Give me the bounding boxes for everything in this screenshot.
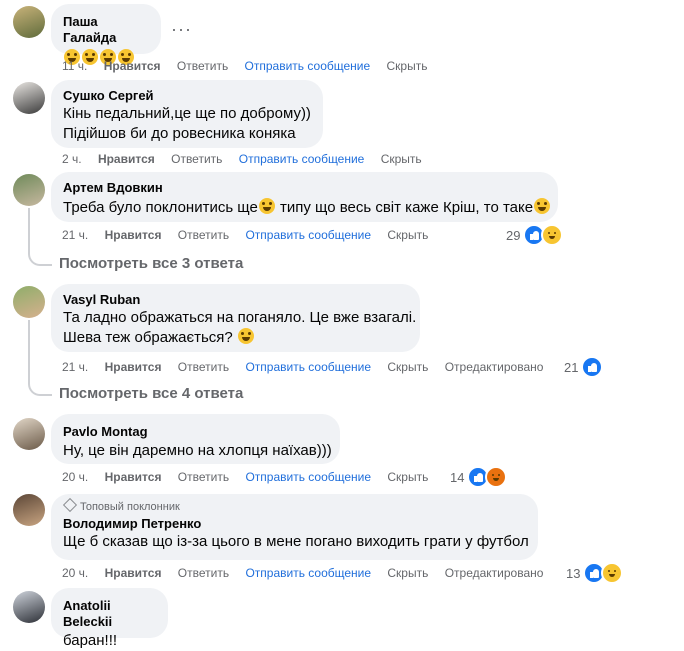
reply-button[interactable]: Ответить — [178, 228, 229, 242]
reply-button[interactable]: Ответить — [177, 59, 228, 73]
send-message-button[interactable]: Отправить сообщение — [245, 566, 371, 580]
send-message-button[interactable]: Отправить сообщение — [245, 470, 371, 484]
like-button[interactable]: Нравится — [104, 59, 161, 73]
thread-connector — [28, 380, 52, 396]
reaction-summary[interactable]: 21 — [564, 356, 604, 378]
reaction-summary[interactable]: 13 — [566, 562, 624, 584]
comment-actions: 21 ч. Нравится Ответить Отправить сообще… — [62, 359, 556, 375]
comment-bubble: Артем Вдовкин Треба було поклонитись ще … — [51, 172, 558, 222]
laughing-emoji-icon — [534, 198, 551, 214]
comment-bubble: Топовый поклонник Володимир Петренко Ще … — [51, 494, 538, 560]
angry-reaction-icon — [485, 466, 508, 488]
edited-label: Отредактировано — [444, 360, 544, 374]
comment-bubble: Сушко Сергей Кінь педальний,це ще по доб… — [51, 80, 323, 148]
send-message-button[interactable]: Отправить сообщение — [245, 59, 371, 73]
reaction-summary[interactable]: 29 — [506, 224, 564, 246]
reaction-count: 21 — [564, 359, 579, 375]
like-button[interactable]: Нравится — [105, 470, 162, 484]
like-button[interactable]: Нравится — [98, 152, 155, 166]
comment-bubble: Vasyl Ruban Та ладно ображаться на поган… — [51, 284, 420, 352]
comment-actions: 21 ч. Нравится Ответить Отправить сообще… — [62, 227, 441, 243]
hide-button[interactable]: Скрыть — [387, 566, 428, 580]
avatar[interactable] — [13, 174, 45, 206]
comment-time[interactable]: 21 ч. — [62, 360, 88, 374]
comment-actions: 20 ч. Нравится Ответить Отправить сообще… — [62, 565, 556, 581]
comment-author[interactable]: Anatolii Beleckii — [63, 598, 156, 630]
comment-text-part: Шева теж ображається? — [63, 329, 233, 346]
haha-reaction-icon — [601, 562, 624, 584]
comment-author[interactable]: Vasyl Ruban — [63, 292, 408, 308]
hide-button[interactable]: Скрыть — [387, 59, 428, 73]
comment-text-part: Треба було поклонитись ще — [63, 199, 258, 216]
comment-bubble: Anatolii Beleckii баран!!! — [51, 588, 168, 649]
comment-author[interactable]: Паша Галайда — [63, 14, 149, 46]
like-button[interactable]: Нравится — [105, 228, 162, 242]
comment-actions: 11 ч. Нравится Ответить Отправить сообще… — [62, 58, 440, 74]
comment-author[interactable]: Володимир Петренко — [63, 516, 526, 532]
badge-label: Топовый поклонник — [80, 501, 180, 513]
send-message-button[interactable]: Отправить сообщение — [245, 228, 371, 242]
thread-line — [28, 208, 30, 252]
reaction-count: 14 — [450, 469, 465, 485]
comment-author[interactable]: Артем Вдовкин — [63, 180, 546, 196]
avatar[interactable] — [13, 494, 45, 526]
avatar[interactable] — [13, 286, 45, 318]
hide-button[interactable]: Скрыть — [387, 470, 428, 484]
comment-text-line: Підійшов би до ровесника коняка — [63, 125, 296, 142]
reaction-count: 13 — [566, 565, 581, 581]
avatar[interactable] — [13, 6, 45, 38]
more-horizontal-icon[interactable]: ··· — [171, 20, 192, 38]
send-message-button[interactable]: Отправить сообщение — [245, 360, 371, 374]
comment-author[interactable]: Сушко Сергей — [63, 88, 311, 104]
comment-text-line: баран!!! — [63, 632, 118, 649]
smiling-emoji-icon — [237, 328, 254, 344]
comment-text: Треба було поклонитись ще типу що весь с… — [63, 198, 551, 218]
comment-bubble: Паша Галайда — [51, 4, 161, 65]
top-fan-badge: Топовый поклонник — [62, 497, 526, 514]
like-reaction-icon — [581, 356, 604, 378]
avatar[interactable] — [13, 82, 45, 114]
comment-time[interactable]: 11 ч. — [62, 59, 87, 73]
comment-time[interactable]: 20 ч. — [62, 566, 88, 580]
comment-text-line: Шева теж ображається? — [63, 328, 408, 348]
comment-text-line: Та ладно ображаться на поганяло. Це вже … — [63, 309, 417, 326]
comment-text-line: Ще б сказав що із-за цього в мене погано… — [63, 533, 529, 550]
thread-line — [28, 320, 30, 382]
edited-label: Отредактировано — [444, 566, 544, 580]
comment-time[interactable]: 20 ч. — [62, 470, 88, 484]
reaction-summary[interactable]: 14 — [450, 466, 508, 488]
like-button[interactable]: Нравится — [105, 360, 162, 374]
send-message-button[interactable]: Отправить сообщение — [239, 152, 365, 166]
diamond-icon — [62, 497, 78, 513]
reaction-count: 29 — [506, 227, 521, 243]
view-replies-link[interactable]: Посмотреть все 3 ответа — [59, 254, 243, 274]
comment-time[interactable]: 2 ч. — [62, 152, 82, 166]
comment-bubble: Pavlo Montag Ну, це він даремно на хлопц… — [51, 414, 340, 464]
reply-button[interactable]: Ответить — [178, 360, 229, 374]
smiling-emoji-icon — [258, 198, 275, 214]
comment-time[interactable]: 21 ч. — [62, 228, 88, 242]
hide-button[interactable]: Скрыть — [387, 228, 428, 242]
hide-button[interactable]: Скрыть — [387, 360, 428, 374]
comment-author[interactable]: Pavlo Montag — [63, 424, 328, 440]
comment-actions: 2 ч. Нравится Ответить Отправить сообщен… — [62, 151, 435, 167]
view-replies-link[interactable]: Посмотреть все 4 ответа — [59, 384, 243, 404]
comment-text-part: типу що весь світ каже Кріш, то таке — [275, 199, 534, 216]
comment-text-line: Кінь педальний,це ще по доброму)) — [63, 105, 311, 122]
like-button[interactable]: Нравится — [105, 566, 162, 580]
reply-button[interactable]: Ответить — [171, 152, 222, 166]
hide-button[interactable]: Скрыть — [381, 152, 422, 166]
comment-actions: 20 ч. Нравится Ответить Отправить сообще… — [62, 469, 441, 485]
reply-button[interactable]: Ответить — [178, 470, 229, 484]
thread-connector — [28, 250, 52, 266]
reply-button[interactable]: Ответить — [178, 566, 229, 580]
haha-reaction-icon — [541, 224, 564, 246]
avatar[interactable] — [13, 418, 45, 450]
comment-text-line: Ну, це він даремно на хлопця наїхав))) — [63, 442, 332, 459]
avatar[interactable] — [13, 591, 45, 623]
